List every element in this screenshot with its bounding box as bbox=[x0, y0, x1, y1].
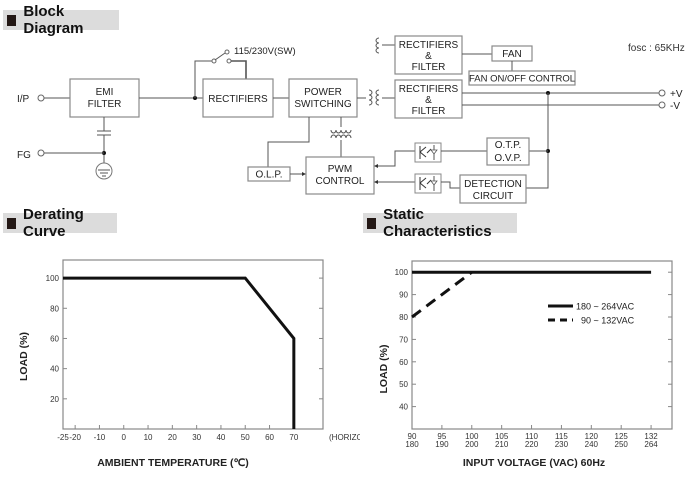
x-tick-label: -25 bbox=[57, 433, 69, 442]
x-tick-label-bottom: 190 bbox=[435, 440, 449, 449]
block-olp: O.L.P. bbox=[247, 166, 291, 182]
terminal-pos bbox=[658, 89, 666, 97]
y-tick-label: 80 bbox=[399, 313, 408, 322]
switch-label: 115/230V(SW) bbox=[234, 46, 296, 57]
series-line-90-132vac bbox=[411, 270, 473, 319]
section-title-static-characteristics: Static Characteristics bbox=[363, 206, 517, 240]
block-power-switching: POWER SWITCHING bbox=[288, 78, 358, 118]
plot-frame bbox=[62, 259, 324, 430]
svg-text:&: & bbox=[425, 95, 432, 106]
derating-line bbox=[63, 276, 296, 429]
legend-label: 180 ~ 264VAC bbox=[576, 302, 635, 312]
block-pwm-control: PWM CONTROL bbox=[305, 156, 375, 195]
y-tick-label: 70 bbox=[399, 335, 408, 344]
derating-curve-chart: -25 -20 -10 0 10 20 30 40 50 60 7020406080100(HORI… bbox=[18, 259, 360, 469]
x-tick-label-bottom: 250 bbox=[615, 440, 629, 449]
x-tick-label: 50 bbox=[241, 433, 250, 442]
y-tick-label: 90 bbox=[399, 291, 408, 300]
x-tick-label: -10 bbox=[94, 433, 106, 442]
svg-text:CIRCUIT: CIRCUIT bbox=[473, 191, 514, 202]
svg-text:RECTIFIERS: RECTIFIERS bbox=[399, 40, 459, 51]
block-rectifiers-filter-main: RECTIFIERS & FILTER bbox=[394, 79, 463, 119]
svg-text:SWITCHING: SWITCHING bbox=[294, 99, 351, 110]
svg-text:O.T.P.: O.T.P. bbox=[495, 140, 522, 151]
svg-text:RECTIFIERS: RECTIFIERS bbox=[208, 94, 268, 105]
y-tick-label: 50 bbox=[399, 380, 408, 389]
svg-text:&: & bbox=[425, 51, 432, 62]
y-tick-label: 60 bbox=[50, 334, 59, 343]
static-characteristics-chart: 9018095190100200105210110220115230120240… bbox=[378, 260, 673, 469]
y-tick-label: 60 bbox=[399, 358, 408, 367]
terminal-fg bbox=[37, 149, 45, 157]
x-tick-label-bottom: 264 bbox=[644, 440, 658, 449]
svg-text:CONTROL: CONTROL bbox=[316, 176, 365, 187]
x-tick-label: -20 bbox=[69, 433, 81, 442]
x-tick-label: 60 bbox=[265, 433, 274, 442]
block-detection-circuit: DETECTION CIRCUIT bbox=[459, 174, 527, 204]
svg-text:FILTER: FILTER bbox=[412, 106, 446, 117]
capacitor-ground-icon bbox=[95, 117, 113, 180]
svg-text:PWM: PWM bbox=[328, 164, 352, 175]
output-label-neg: -V bbox=[670, 101, 680, 112]
y-tick-label: 80 bbox=[50, 304, 59, 313]
block-emi-filter: EMI FILTER bbox=[69, 78, 140, 118]
svg-text:FAN ON/OFF CONTROL: FAN ON/OFF CONTROL bbox=[469, 74, 575, 85]
x-tick-label: 40 bbox=[216, 433, 225, 442]
y-axis-label: LOAD (%) bbox=[378, 345, 390, 394]
optocoupler-icon bbox=[414, 142, 442, 163]
x-tick-label-bottom: 200 bbox=[465, 440, 479, 449]
square-bullet-icon bbox=[7, 217, 16, 229]
input-label-fg: FG bbox=[17, 150, 31, 161]
svg-text:O.L.P.: O.L.P. bbox=[255, 170, 282, 181]
y-tick-label: 100 bbox=[46, 274, 60, 283]
block-fan-on-off-control: FAN ON/OFF CONTROL bbox=[468, 70, 576, 86]
y-tick-label: 40 bbox=[50, 365, 59, 374]
y-tick-label: 100 bbox=[395, 268, 409, 277]
x-axis-label: AMBIENT TEMPERATURE (℃) bbox=[97, 457, 249, 469]
x-tick-label: 30 bbox=[192, 433, 201, 442]
block-fan: FAN bbox=[491, 45, 533, 62]
x-axis-label: INPUT VOLTAGE (VAC) 60Hz bbox=[463, 457, 605, 469]
terminal-neg bbox=[658, 101, 666, 109]
x-tick-label-bottom: 180 bbox=[405, 440, 419, 449]
x-tick-label-bottom: 210 bbox=[495, 440, 509, 449]
square-bullet-icon bbox=[367, 217, 377, 229]
x-tick-label-bottom: 240 bbox=[585, 440, 599, 449]
transformer-icon bbox=[357, 37, 395, 106]
y-tick-label: 40 bbox=[399, 403, 408, 412]
svg-text:FILTER: FILTER bbox=[412, 62, 446, 73]
terminal-ip bbox=[37, 94, 45, 102]
y-tick-label: 20 bbox=[50, 395, 59, 404]
y-axis-label: LOAD (%) bbox=[18, 332, 30, 381]
x-tick-label-bottom: 230 bbox=[555, 440, 569, 449]
pwm-transformer-icon bbox=[330, 117, 352, 157]
x-tick-label: 0 bbox=[122, 433, 127, 442]
svg-text:FAN: FAN bbox=[502, 49, 521, 60]
x-tick-label: 10 bbox=[144, 433, 153, 442]
block-diagram: I/P EMI FILTER 115/230V(SW) RECTIFIERS P… bbox=[17, 35, 685, 204]
section-title-derating-curve: Derating Curve bbox=[3, 206, 117, 240]
block-rectifiers: RECTIFIERS bbox=[202, 78, 274, 118]
output-label-pos: +V bbox=[670, 89, 683, 100]
legend-label: 90 ~ 132VAC bbox=[581, 316, 635, 326]
input-label-ip: I/P bbox=[17, 94, 30, 105]
svg-text:EMI: EMI bbox=[96, 87, 114, 98]
svg-text:POWER: POWER bbox=[304, 87, 342, 98]
optocoupler-icon bbox=[414, 173, 442, 194]
x-tick-label-bottom: 220 bbox=[525, 440, 539, 449]
block-otp-ovp: O.T.P. O.V.P. bbox=[486, 137, 530, 166]
x-tick-label: 20 bbox=[168, 433, 177, 442]
svg-text:O.V.P.: O.V.P. bbox=[494, 153, 521, 164]
svg-text:RECTIFIERS: RECTIFIERS bbox=[399, 84, 459, 95]
block-rectifiers-filter-top: RECTIFIERS & FILTER bbox=[394, 35, 463, 75]
svg-text:DETECTION: DETECTION bbox=[464, 179, 522, 190]
fosc-label: fosc : 65KHz bbox=[628, 43, 685, 54]
x-tick-label: 70 bbox=[289, 433, 298, 442]
svg-text:FILTER: FILTER bbox=[88, 99, 122, 110]
plot-frame bbox=[411, 260, 673, 430]
